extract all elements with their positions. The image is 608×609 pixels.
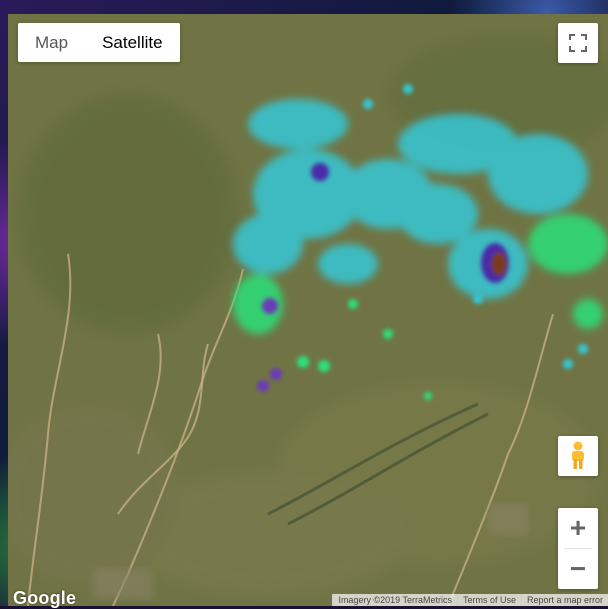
satellite-imagery (8, 14, 608, 606)
zoom-out-button[interactable]: − (558, 549, 598, 589)
pegman-icon (572, 441, 584, 469)
fullscreen-button[interactable] (558, 23, 598, 63)
zoom-control: + − (558, 508, 598, 589)
satellite-map[interactable] (8, 14, 608, 606)
fullscreen-icon (569, 34, 587, 52)
map-attribution: Imagery ©2019 TerraMetrics Terms of Use … (332, 594, 608, 606)
zoom-in-button[interactable]: + (558, 508, 598, 548)
map-type-control: Map Satellite (18, 23, 180, 62)
imagery-credit: Imagery ©2019 TerraMetrics (332, 594, 457, 606)
street-view-pegman-button[interactable] (558, 436, 598, 476)
map-type-map-button[interactable]: Map (18, 23, 86, 62)
map-type-satellite-button[interactable]: Satellite (85, 23, 180, 62)
terms-of-use-link[interactable]: Terms of Use (456, 594, 521, 606)
report-map-error-link[interactable]: Report a map error (520, 594, 608, 606)
